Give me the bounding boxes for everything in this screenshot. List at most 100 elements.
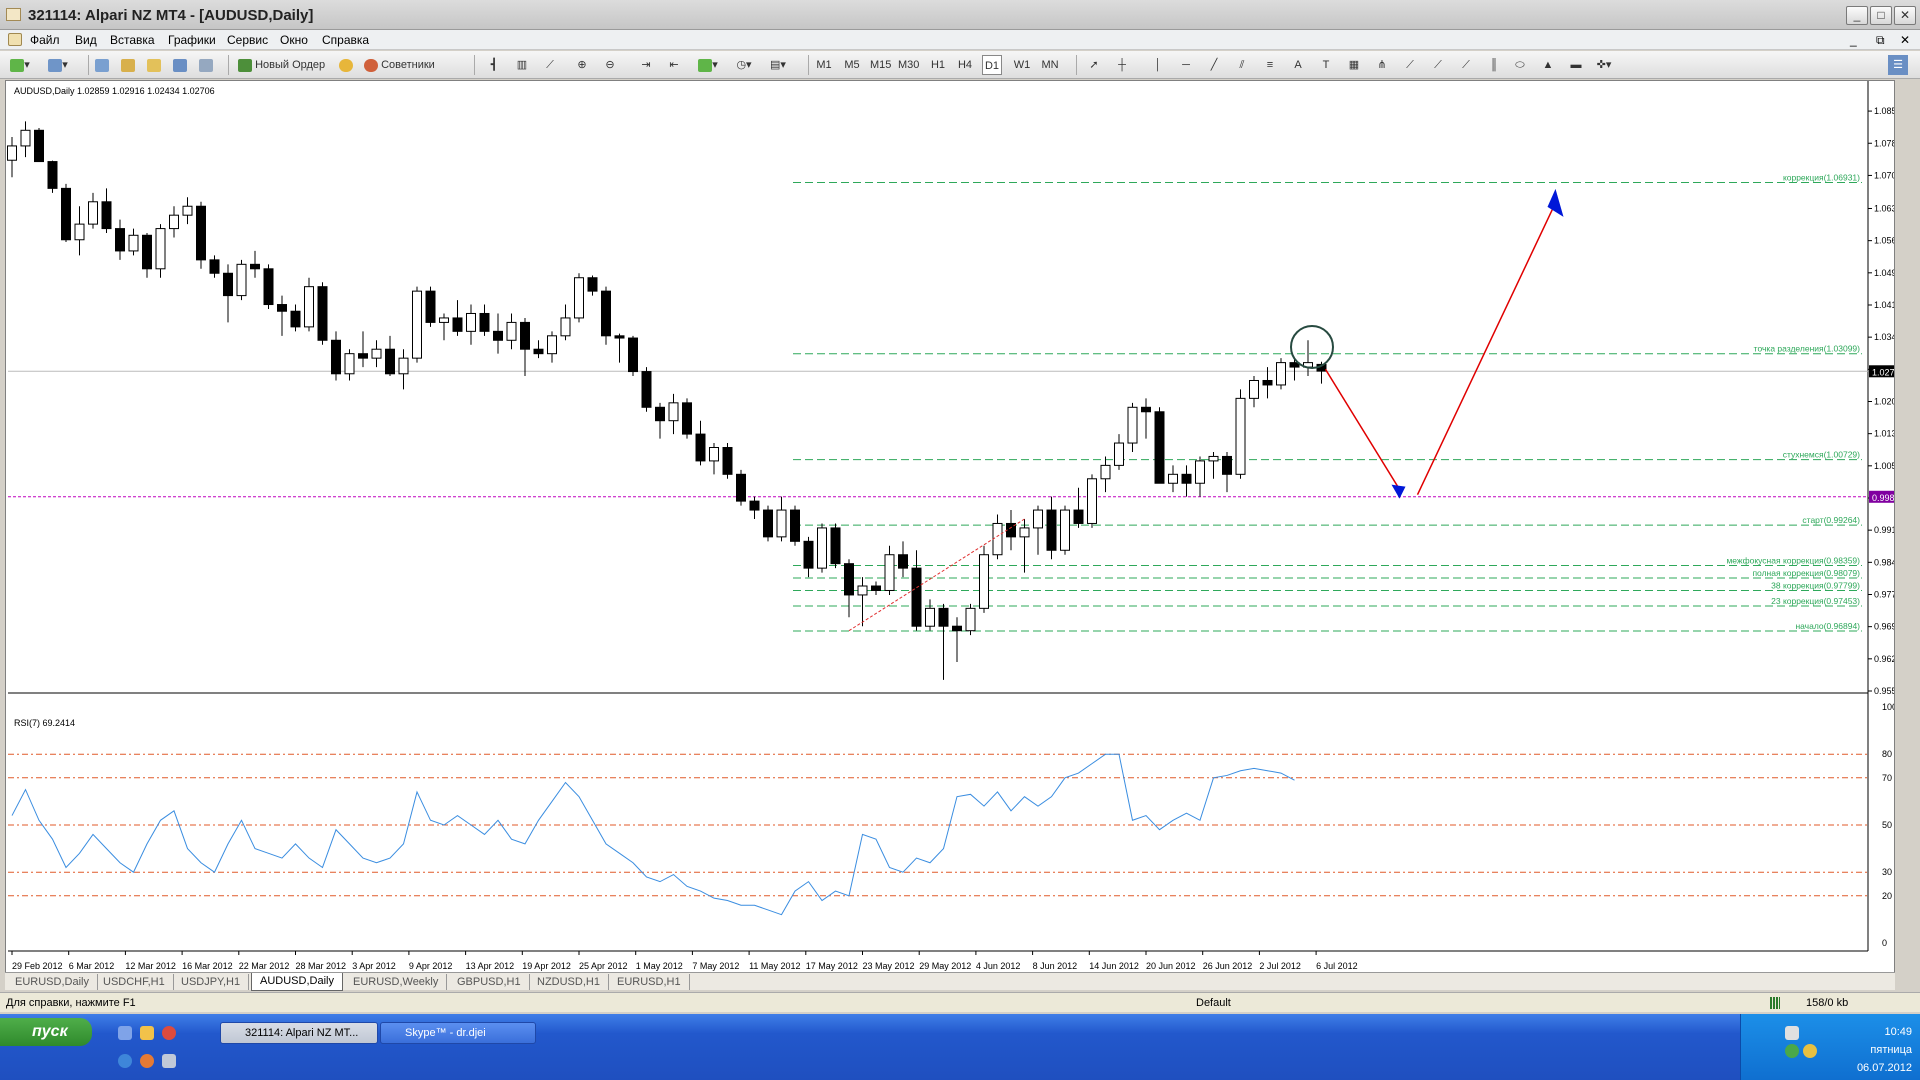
market-watch-icon[interactable]: [92, 55, 112, 75]
cycle-lines-icon[interactable]: ║: [1484, 55, 1504, 75]
text-label-icon[interactable]: T: [1316, 55, 1336, 75]
menu-tools[interactable]: Сервис: [227, 33, 268, 47]
fib-level-label: межфокусная коррекция(0.98359): [1726, 556, 1860, 566]
connection-icon: [1770, 997, 1780, 1009]
tab-eurusd-weekly[interactable]: EURUSD,Weekly: [345, 974, 448, 990]
fibo-fan-icon[interactable]: ⟋: [1400, 55, 1420, 75]
tf-m5[interactable]: M5: [842, 55, 862, 75]
candle-chart-icon[interactable]: ▥: [512, 55, 532, 75]
fib-level-label: 23 коррекция(0.97453): [1771, 596, 1860, 606]
taskbar-mt4-button[interactable]: 321114: Alpari NZ MT...: [220, 1022, 378, 1044]
menu-window[interactable]: Окно: [280, 33, 308, 47]
gann-grid-icon[interactable]: ▦: [1344, 55, 1364, 75]
tab-gbpusd-h1[interactable]: GBPUSD,H1: [449, 974, 530, 990]
zoom-in-icon[interactable]: ⊕: [572, 55, 592, 75]
clock-weekday: пятница: [1870, 1044, 1912, 1056]
fib-level-label: коррекция(1.06931): [1783, 173, 1860, 183]
arrows-icon[interactable]: ✜▾: [1594, 55, 1614, 75]
tf-d1[interactable]: D1: [982, 55, 1002, 75]
tray-icon[interactable]: [1803, 1044, 1817, 1058]
date-label: 29 Feb 2012: [12, 961, 63, 971]
ellipse-icon[interactable]: ⬭: [1510, 55, 1530, 75]
tf-m15[interactable]: M15: [870, 55, 891, 75]
date-label: 14 Jun 2012: [1089, 961, 1139, 971]
quicklaunch-icon[interactable]: [118, 1026, 132, 1040]
menu-view[interactable]: Вид: [75, 33, 97, 47]
tf-h4[interactable]: H4: [955, 55, 975, 75]
tab-eurusd-h1[interactable]: EURUSD,H1: [609, 974, 690, 990]
triangle-icon[interactable]: ▲: [1538, 55, 1558, 75]
profiles-icon[interactable]: ▾: [48, 55, 68, 75]
andrews-pitchfork-icon[interactable]: ⋔: [1372, 55, 1392, 75]
tester-icon[interactable]: [196, 55, 216, 75]
candle-body: [34, 129, 44, 163]
tab-nzdusd-h1[interactable]: NZDUSD,H1: [529, 974, 609, 990]
chart-shift-icon[interactable]: ⇤: [664, 55, 684, 75]
fibo-expansion-icon[interactable]: ⟋: [1456, 55, 1476, 75]
fibo-icon[interactable]: ≡: [1260, 55, 1280, 75]
date-label: 23 May 2012: [863, 961, 915, 971]
quicklaunch-icon[interactable]: [162, 1054, 176, 1068]
close-button[interactable]: ✕: [1894, 6, 1916, 25]
new-chart-icon[interactable]: ▾: [10, 55, 30, 75]
crosshair-icon[interactable]: ┼: [1112, 55, 1132, 75]
status-bar: Для справки, нажмите F1 Default 158/0 kb: [0, 992, 1920, 1012]
tf-w1[interactable]: W1: [1012, 55, 1032, 75]
templates-icon[interactable]: ▤▾: [768, 55, 788, 75]
candle-body: [736, 473, 746, 502]
navigator-icon[interactable]: [118, 55, 138, 75]
tab-usdjpy-h1[interactable]: USDJPY,H1: [173, 974, 250, 990]
tray-icon[interactable]: [1785, 1044, 1799, 1058]
community-icon[interactable]: ☰: [1888, 55, 1908, 75]
tf-h1[interactable]: H1: [928, 55, 948, 75]
line-chart-icon[interactable]: ⟋: [540, 55, 560, 75]
indicators-icon[interactable]: ▾: [698, 55, 718, 75]
menu-help[interactable]: Справка: [322, 33, 369, 47]
tab-usdchf-h1[interactable]: USDCHF,H1: [95, 974, 174, 990]
horizontal-line-icon[interactable]: ─: [1176, 55, 1196, 75]
mdi-close-button[interactable]: ✕: [1900, 33, 1910, 47]
quicklaunch-icon[interactable]: [118, 1054, 132, 1068]
text-icon[interactable]: A: [1288, 55, 1308, 75]
auto-scroll-icon[interactable]: ⇥: [636, 55, 656, 75]
date-label: 3 Apr 2012: [352, 961, 396, 971]
maximize-button[interactable]: □: [1870, 6, 1892, 25]
chart-window[interactable]: AUDUSD,Daily 1.02859 1.02916 1.02434 1.0…: [5, 80, 1895, 978]
mdi-restore-button[interactable]: ⧉: [1876, 33, 1885, 48]
candle-body: [1195, 460, 1205, 484]
tf-m30[interactable]: M30: [898, 55, 919, 75]
periods-icon[interactable]: ◷▾: [734, 55, 754, 75]
experts-button[interactable]: Советники: [362, 55, 437, 75]
tab-eurusd-daily[interactable]: EURUSD,Daily: [7, 974, 98, 990]
taskbar-skype-button[interactable]: Skype™ - dr.djei: [380, 1022, 536, 1044]
cursor-icon[interactable]: ➚: [1084, 55, 1104, 75]
zoom-out-icon[interactable]: ⊖: [600, 55, 620, 75]
menu-file[interactable]: Файл: [30, 33, 60, 47]
taskbar: пуск 321114: Alpari NZ MT... Skype™ - dr…: [0, 1014, 1920, 1080]
mdi-minimize-button[interactable]: _: [1850, 33, 1857, 47]
arrow-up-head: [1547, 188, 1564, 217]
terminal-icon[interactable]: [170, 55, 190, 75]
price-tick-label: 0.96990: [1874, 622, 1894, 632]
new-order-button[interactable]: Новый Ордер: [236, 55, 327, 75]
channel-icon[interactable]: ⫽: [1232, 55, 1252, 75]
minimize-button[interactable]: _: [1846, 6, 1868, 25]
start-button[interactable]: пуск: [0, 1018, 92, 1046]
tf-m1[interactable]: M1: [814, 55, 834, 75]
vertical-line-icon[interactable]: │: [1148, 55, 1168, 75]
rectangle-icon[interactable]: ▬: [1566, 55, 1586, 75]
quicklaunch-icon[interactable]: [140, 1054, 154, 1068]
menu-insert[interactable]: Вставка: [110, 33, 155, 47]
data-window-icon[interactable]: [144, 55, 164, 75]
menu-charts[interactable]: Графики: [168, 33, 216, 47]
fibo-arcs-icon[interactable]: ⟋: [1428, 55, 1448, 75]
bar-chart-icon[interactable]: ┫: [484, 55, 504, 75]
trendline-icon[interactable]: ╱: [1204, 55, 1224, 75]
tf-mn[interactable]: MN: [1040, 55, 1060, 75]
chrome-icon[interactable]: [162, 1026, 176, 1040]
autotrading-icon[interactable]: [336, 55, 356, 75]
quicklaunch-icon[interactable]: [140, 1026, 154, 1040]
tab-audusd-daily[interactable]: AUDUSD,Daily: [251, 973, 343, 991]
price-chart[interactable]: AUDUSD,Daily 1.02859 1.02916 1.02434 1.0…: [6, 81, 1894, 977]
tray-icon[interactable]: [1785, 1026, 1799, 1040]
